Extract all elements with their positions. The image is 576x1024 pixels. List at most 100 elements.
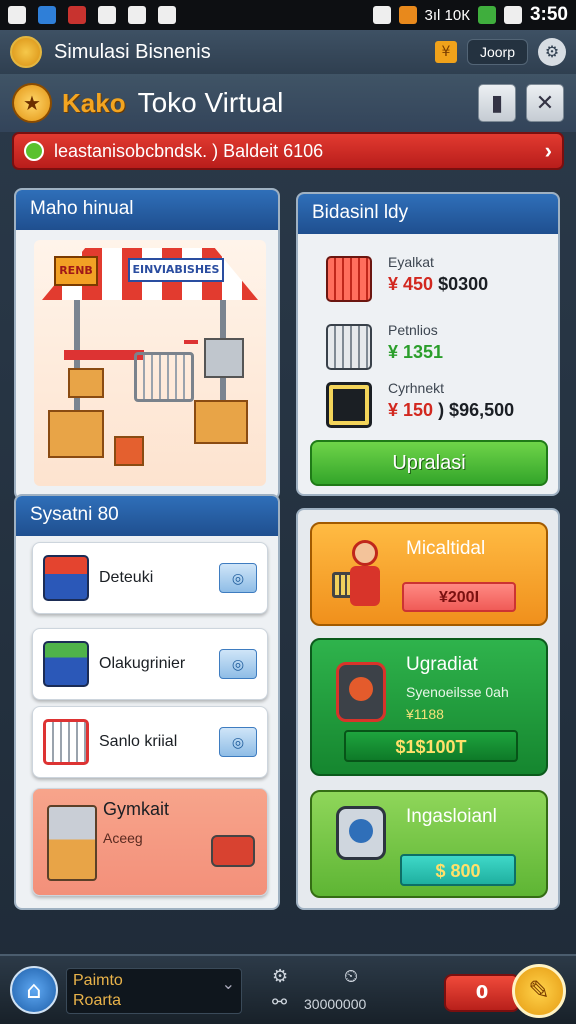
shop-sign: EINVIABISHES bbox=[128, 258, 224, 282]
bottom-info-box[interactable]: Paimto Roarta ⌄ bbox=[66, 968, 242, 1014]
price-button[interactable]: $1$100T bbox=[344, 730, 518, 762]
clock-icon bbox=[128, 6, 146, 24]
bottom-bar: ⌂ Paimto Roarta ⌄ ⚙ ⏲ ⚯ 30000000 0 ✎ bbox=[0, 954, 576, 1024]
edit-icon[interactable]: ✎ bbox=[512, 964, 566, 1018]
a-icon bbox=[8, 6, 26, 24]
app-bar-actions: ¥ Joorp ⚙ bbox=[434, 38, 566, 66]
banner-text: leastanisobcbndsk. ) Baldeit 6106 bbox=[54, 140, 324, 161]
product-name: Eyalkat bbox=[388, 254, 434, 270]
status-left-icons bbox=[8, 6, 176, 24]
box-icon bbox=[194, 400, 248, 444]
page-title: Toko Virtual bbox=[137, 87, 284, 118]
price-button[interactable]: $ 800 bbox=[400, 854, 516, 886]
upgrade-card[interactable]: Ingasloianl $ 800 bbox=[310, 790, 548, 898]
title-actions: ▮ ✕ bbox=[478, 84, 564, 122]
upgrade-card[interactable]: Micaltidal ¥200I bbox=[310, 522, 548, 626]
washer-icon bbox=[336, 806, 386, 860]
chevron-down-icon[interactable]: ⌄ bbox=[222, 975, 235, 995]
currency-badge[interactable]: ¥ bbox=[434, 41, 457, 63]
products-title: Bidasinl ldy bbox=[298, 194, 558, 234]
cart-handle bbox=[184, 340, 198, 344]
cart-icon bbox=[134, 352, 194, 402]
settings-icon[interactable]: ◎ bbox=[219, 563, 257, 593]
status-right: 3ıl 10К 3:50 bbox=[372, 4, 568, 26]
shopkeeper-icon bbox=[332, 540, 392, 610]
machine-icon bbox=[336, 662, 386, 722]
close-icon[interactable]: ✕ bbox=[526, 84, 564, 122]
settings-gear-icon[interactable]: ⚙ bbox=[538, 38, 566, 66]
clock-icon[interactable]: ⏲ bbox=[344, 966, 358, 987]
photo-icon bbox=[98, 6, 116, 24]
system-special-item[interactable]: Gymkait Aceeg bbox=[32, 788, 268, 896]
upgrade-button[interactable]: Upralasi bbox=[310, 440, 548, 486]
system-item-label: Sanlo kriial bbox=[99, 733, 178, 750]
alarm-icon bbox=[372, 6, 391, 24]
special-item-sub: Aceeg bbox=[103, 830, 143, 846]
gear-icon[interactable]: ⚙ bbox=[272, 966, 288, 987]
systems-panel: Sysatni 80 Deteuki ◎ Olakugrinier ◎ Sanl… bbox=[14, 494, 280, 910]
basket-icon bbox=[43, 641, 89, 687]
link-icon[interactable]: ⚯ bbox=[272, 992, 287, 1013]
app-bar: Simulasi Bisnenis ¥ Joorp ⚙ bbox=[0, 30, 576, 74]
price-a: ¥ 150 bbox=[388, 400, 434, 420]
card-title: Ingasloianl bbox=[406, 806, 497, 827]
browser-icon bbox=[38, 6, 56, 24]
cart-icon bbox=[326, 324, 372, 370]
app-logo-icon[interactable] bbox=[10, 36, 42, 68]
chevron-right-icon[interactable]: › bbox=[545, 138, 552, 164]
bottom-stats: ⚙ ⏲ ⚯ 30000000 bbox=[272, 966, 422, 1016]
machine-icon bbox=[211, 835, 255, 867]
shop-illustration[interactable]: RENB EINVIABISHES bbox=[34, 240, 266, 486]
price-b: ) $96,500 bbox=[438, 400, 515, 420]
notification-icon bbox=[398, 6, 417, 24]
shop-sign-small: RENB bbox=[54, 256, 98, 286]
box-icon bbox=[68, 368, 104, 398]
user-label[interactable]: Joorp bbox=[466, 39, 528, 65]
system-item[interactable]: Deteuki ◎ bbox=[32, 542, 268, 614]
news-icon bbox=[68, 6, 86, 24]
product-row[interactable]: Eyalkat ¥ 450 $0300 bbox=[318, 250, 542, 306]
wifi-icon bbox=[477, 6, 496, 24]
red-action-button[interactable]: 0 bbox=[444, 974, 520, 1012]
product-row[interactable]: Cyrhnekt ¥ 150 ) $96,500 bbox=[318, 376, 542, 432]
card-title: Ugradiat bbox=[406, 654, 478, 675]
shopkeeper-head bbox=[352, 540, 378, 566]
product-price: ¥ 1351 bbox=[388, 342, 443, 363]
home-icon[interactable]: ⌂ bbox=[10, 966, 58, 1014]
shopping-bag-icon bbox=[43, 555, 89, 601]
price-button[interactable]: ¥200I bbox=[402, 582, 516, 612]
status-time: 3:50 bbox=[529, 4, 568, 25]
warehouse-icon bbox=[47, 805, 97, 881]
product-row[interactable]: Petnlios ¥ 1351 bbox=[318, 318, 542, 374]
settings-icon[interactable]: ◎ bbox=[219, 727, 257, 757]
product-name: Cyrhnekt bbox=[388, 380, 445, 396]
cart-icon bbox=[326, 256, 372, 302]
shopkeeper-body bbox=[350, 566, 380, 606]
settings-icon[interactable]: ◎ bbox=[219, 649, 257, 679]
card-title: Micaltidal bbox=[406, 538, 486, 559]
card-subtitle: Syenoeilsse 0ah bbox=[406, 684, 509, 700]
products-panel: Bidasinl ldy Eyalkat ¥ 450 $0300 Petnlio… bbox=[296, 192, 560, 496]
tablet-icon bbox=[326, 382, 372, 428]
signal-text: 3ıl 10К bbox=[424, 6, 470, 24]
signal-icon bbox=[503, 6, 522, 24]
system-item[interactable]: Sanlo kriial ◎ bbox=[32, 706, 268, 778]
system-item[interactable]: Olakugrinier ◎ bbox=[32, 628, 268, 700]
save-icon[interactable]: ▮ bbox=[478, 84, 516, 122]
card-subvalue: ¥1188 bbox=[406, 706, 444, 722]
stall-counter bbox=[64, 350, 144, 360]
store-view-title: Maho hinual bbox=[16, 190, 278, 230]
bottom-line-1: Paimto bbox=[73, 972, 123, 989]
price-a: ¥ 450 bbox=[388, 274, 434, 294]
price-b: $0300 bbox=[438, 274, 489, 294]
store-view-panel: Maho hinual RENB EINVIABISHES bbox=[14, 188, 280, 500]
price-a: ¥ 1351 bbox=[388, 342, 444, 362]
systems-title: Sysatni 80 bbox=[16, 496, 278, 536]
system-item-label: Deteuki bbox=[99, 569, 154, 586]
store-logo-icon: ★ bbox=[12, 83, 52, 123]
upgrades-panel: Micaltidal ¥200I Ugradiat Syenoeilsse 0a… bbox=[296, 508, 560, 910]
special-item-label: Gymkait bbox=[103, 799, 170, 819]
notification-banner[interactable]: leastanisobcbndsk. ) Baldeit 6106 › bbox=[12, 132, 564, 170]
box-icon bbox=[48, 410, 104, 458]
upgrade-card[interactable]: Ugradiat Syenoeilsse 0ah ¥1188 $1$100T bbox=[310, 638, 548, 776]
